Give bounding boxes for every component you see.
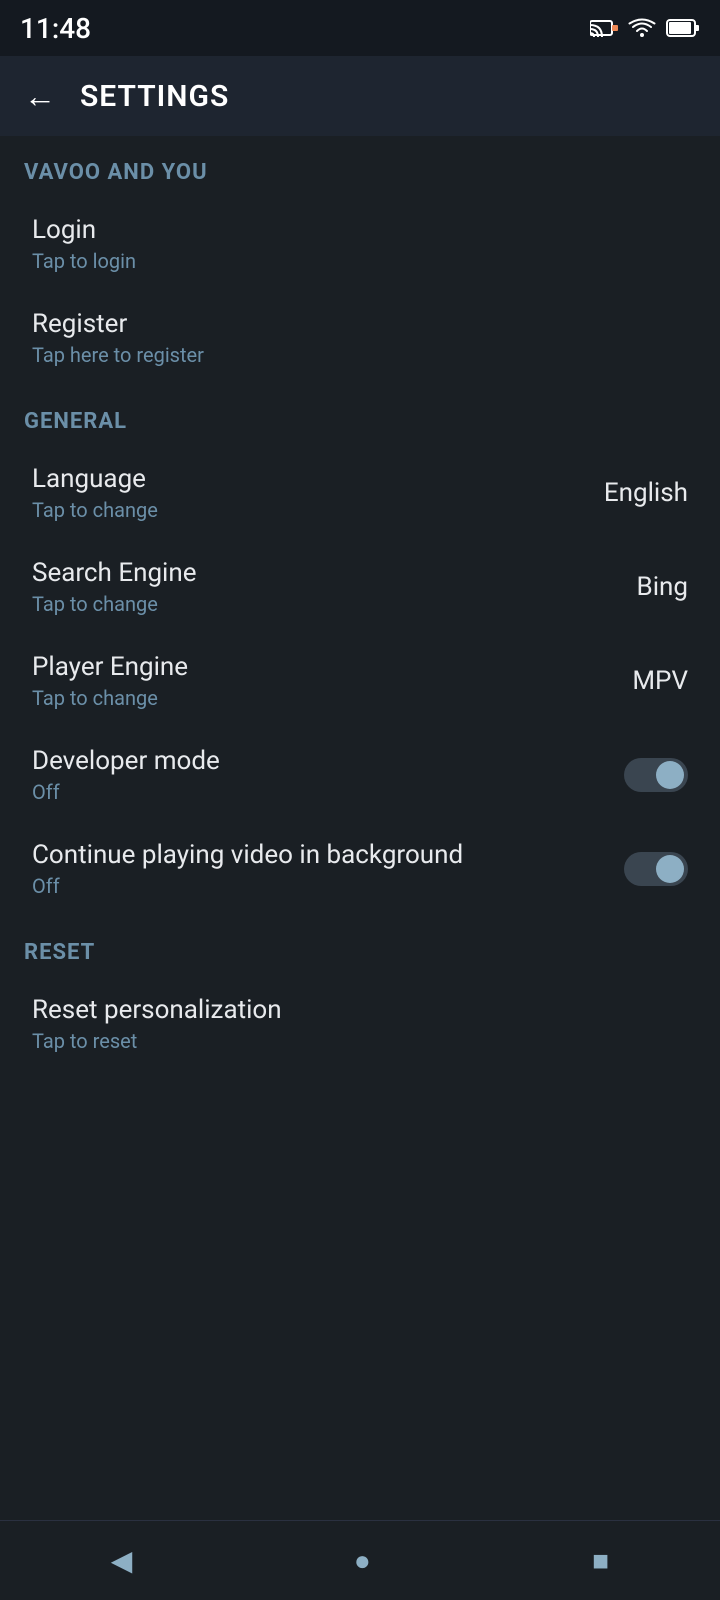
login-sublabel: Tap to login xyxy=(32,249,136,273)
nav-bar: ◀ ● ■ xyxy=(0,1520,720,1600)
cast-icon xyxy=(590,17,618,39)
login-label: Login xyxy=(32,215,136,245)
status-time: 11:48 xyxy=(20,12,91,45)
wifi-icon xyxy=(628,17,656,39)
language-label: Language xyxy=(32,464,158,494)
player-engine-label: Player Engine xyxy=(32,652,188,682)
back-button[interactable]: ← xyxy=(24,77,56,115)
battery-icon xyxy=(666,17,700,39)
continue-playing-sublabel: Off xyxy=(32,874,604,898)
reset-personalization-sublabel: Tap to reset xyxy=(32,1029,282,1053)
nav-recent-button[interactable]: ■ xyxy=(552,1532,649,1589)
developer-mode-toggle-thumb xyxy=(656,761,684,789)
register-label: Register xyxy=(32,309,204,339)
status-icons xyxy=(590,17,700,39)
status-bar: 11:48 xyxy=(0,0,720,56)
setting-item-language[interactable]: Language Tap to change English xyxy=(0,446,720,540)
search-engine-value: Bing xyxy=(637,572,688,602)
section-header-general: GENERAL xyxy=(0,385,720,446)
developer-mode-sublabel: Off xyxy=(32,780,220,804)
language-sublabel: Tap to change xyxy=(32,498,158,522)
developer-mode-toggle[interactable] xyxy=(624,758,688,792)
setting-item-register[interactable]: Register Tap here to register xyxy=(0,291,720,385)
setting-item-player-engine[interactable]: Player Engine Tap to change MPV xyxy=(0,634,720,728)
setting-item-developer-mode[interactable]: Developer mode Off xyxy=(0,728,720,822)
section-header-vavoo: VAVOO AND YOU xyxy=(0,136,720,197)
setting-item-login[interactable]: Login Tap to login xyxy=(0,197,720,291)
toolbar: ← SETTINGS xyxy=(0,56,720,136)
nav-back-button[interactable]: ◀ xyxy=(71,1532,173,1589)
page-title: SETTINGS xyxy=(80,79,229,114)
section-header-reset: RESET xyxy=(0,916,720,977)
language-value: English xyxy=(604,478,688,508)
nav-home-button[interactable]: ● xyxy=(314,1532,411,1589)
continue-playing-label: Continue playing video in background xyxy=(32,840,604,870)
setting-item-reset-personalization[interactable]: Reset personalization Tap to reset xyxy=(0,977,720,1071)
search-engine-sublabel: Tap to change xyxy=(32,592,197,616)
player-engine-sublabel: Tap to change xyxy=(32,686,188,710)
continue-playing-toggle-thumb xyxy=(656,855,684,883)
register-sublabel: Tap here to register xyxy=(32,343,204,367)
continue-playing-toggle[interactable] xyxy=(624,852,688,886)
setting-item-search-engine[interactable]: Search Engine Tap to change Bing xyxy=(0,540,720,634)
settings-content: VAVOO AND YOU Login Tap to login Registe… xyxy=(0,136,720,1520)
setting-item-continue-playing[interactable]: Continue playing video in background Off xyxy=(0,822,720,916)
search-engine-label: Search Engine xyxy=(32,558,197,588)
developer-mode-label: Developer mode xyxy=(32,746,220,776)
player-engine-value: MPV xyxy=(632,666,688,696)
reset-personalization-label: Reset personalization xyxy=(32,995,282,1025)
